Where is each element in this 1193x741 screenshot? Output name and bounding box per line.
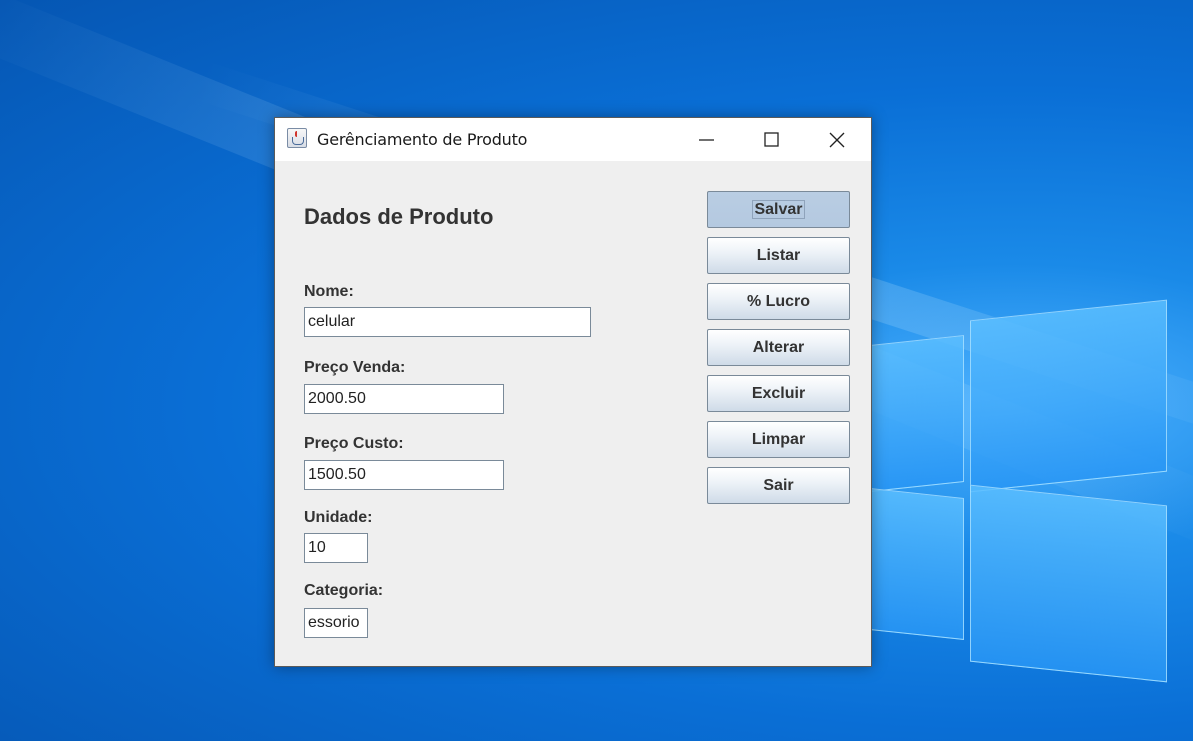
java-coffee-icon bbox=[287, 128, 307, 148]
form-heading: Dados de Produto bbox=[304, 204, 494, 229]
windows-logo bbox=[870, 299, 1170, 683]
sair-button[interactable]: Sair bbox=[707, 467, 850, 504]
nome-field[interactable]: celular bbox=[304, 307, 591, 337]
salvar-label: Salvar bbox=[752, 200, 805, 219]
preco-custo-field[interactable]: 1500.50 bbox=[304, 460, 504, 490]
categoria-field[interactable]: essorio bbox=[304, 608, 368, 638]
nome-label: Nome: bbox=[304, 283, 354, 300]
salvar-button[interactable]: Salvar bbox=[707, 191, 850, 228]
maximize-button[interactable] bbox=[740, 118, 804, 161]
excluir-button[interactable]: Excluir bbox=[707, 375, 850, 412]
minimize-button[interactable] bbox=[675, 118, 739, 161]
categoria-value: essorio bbox=[308, 614, 360, 631]
minimize-icon bbox=[699, 139, 714, 141]
categoria-label: Categoria: bbox=[304, 582, 384, 599]
close-icon bbox=[829, 132, 845, 148]
maximize-icon bbox=[764, 132, 779, 147]
alterar-button[interactable]: Alterar bbox=[707, 329, 850, 366]
preco-custo-label: Preço Custo: bbox=[304, 435, 404, 452]
window-title: Gerênciamento de Produto bbox=[317, 130, 528, 149]
product-window: Gerênciamento de Produto Dados de Produt… bbox=[274, 117, 872, 667]
limpar-button[interactable]: Limpar bbox=[707, 421, 850, 458]
close-button[interactable] bbox=[805, 118, 869, 161]
preco-venda-field[interactable]: 2000.50 bbox=[304, 384, 504, 414]
desktop-background: Gerênciamento de Produto Dados de Produt… bbox=[0, 0, 1193, 741]
unidade-field[interactable]: 10 bbox=[304, 533, 368, 563]
unidade-label: Unidade: bbox=[304, 509, 373, 526]
lucro-button[interactable]: % Lucro bbox=[707, 283, 850, 320]
title-bar[interactable]: Gerênciamento de Produto bbox=[275, 118, 871, 161]
preco-venda-label: Preço Venda: bbox=[304, 359, 406, 376]
listar-button[interactable]: Listar bbox=[707, 237, 850, 274]
